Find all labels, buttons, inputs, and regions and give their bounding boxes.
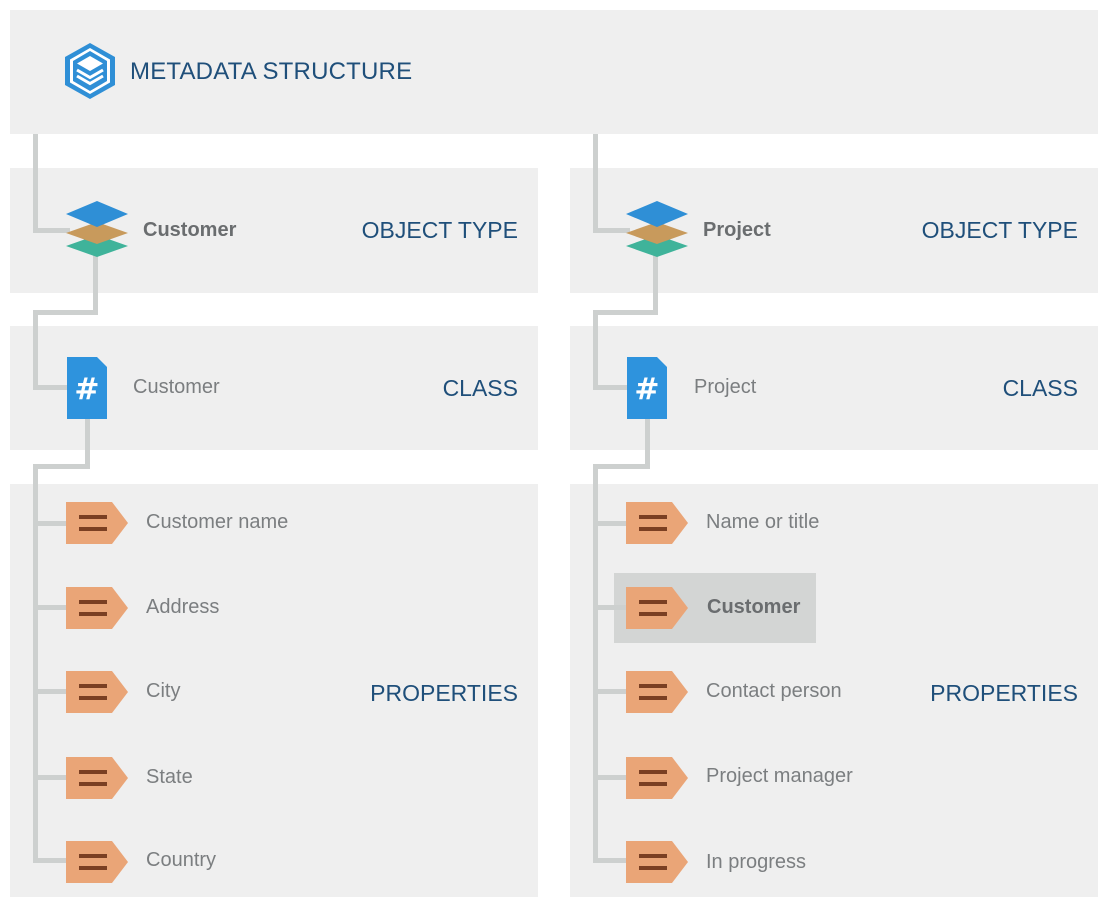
property-icon [66, 841, 128, 883]
property-icon [66, 671, 128, 713]
connector [593, 464, 650, 469]
connector [593, 521, 629, 526]
property-label: Country [146, 849, 217, 871]
level-label-class: CLASS [1002, 375, 1078, 401]
object-type-icon [66, 200, 128, 258]
property-icon [626, 502, 688, 544]
connector [33, 464, 90, 469]
property-icon [66, 587, 128, 629]
property-label: In progress [706, 851, 807, 873]
connector [33, 310, 38, 388]
property-label: Project manager [706, 765, 853, 787]
property-icon [626, 841, 688, 883]
connector [593, 775, 629, 780]
connector [593, 605, 629, 610]
connector [593, 385, 629, 390]
connector [593, 228, 630, 233]
connector [33, 228, 70, 233]
connector [33, 689, 69, 694]
connector [653, 254, 658, 313]
property-label-highlighted: Customer [707, 596, 801, 618]
property-label: Contact person [706, 680, 842, 702]
level-label-properties: PROPERTIES [370, 680, 518, 706]
property-label: Name or title [706, 511, 820, 533]
property-icon [66, 502, 128, 544]
connector [33, 310, 98, 315]
connector [33, 385, 69, 390]
class-hash-icon [67, 357, 107, 419]
connector [593, 858, 629, 863]
connector [33, 605, 69, 610]
connector [85, 418, 90, 467]
class-name: Customer [133, 376, 220, 398]
connector [33, 775, 69, 780]
property-label: State [146, 766, 193, 788]
connector [33, 521, 69, 526]
class-hash-icon [627, 357, 667, 419]
page-title: METADATA STRUCTURE [130, 58, 413, 85]
connector [593, 134, 598, 231]
property-icon [66, 757, 128, 799]
vault-layers-icon [65, 43, 115, 99]
property-icon [626, 587, 688, 629]
level-label-class: CLASS [442, 375, 518, 401]
connector [33, 858, 69, 863]
object-type-name: Customer [143, 219, 237, 241]
property-label: Address [146, 596, 220, 618]
object-type-name: Project [703, 219, 771, 241]
level-label-object-type: OBJECT TYPE [921, 217, 1078, 243]
connector [593, 310, 658, 315]
property-label: City [146, 680, 181, 702]
property-label: Customer name [146, 511, 289, 533]
object-type-icon [626, 200, 688, 258]
connector [93, 254, 98, 313]
property-icon [626, 671, 688, 713]
connector [645, 418, 650, 467]
class-name: Project [694, 376, 757, 398]
connector [593, 689, 629, 694]
connector [33, 134, 38, 231]
connector [593, 310, 598, 388]
level-label-properties: PROPERTIES [930, 680, 1078, 706]
level-label-object-type: OBJECT TYPE [361, 217, 518, 243]
property-icon [626, 757, 688, 799]
